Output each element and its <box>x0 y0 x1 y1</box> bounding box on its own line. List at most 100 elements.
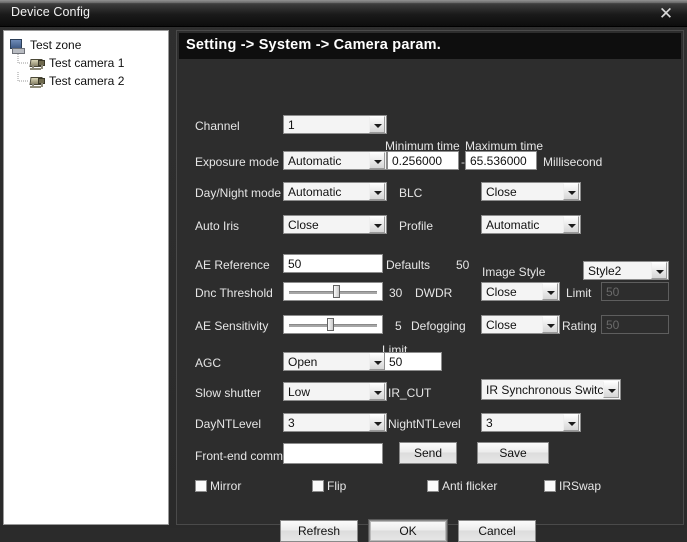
night-nt-level-select[interactable]: 3 <box>481 413 581 432</box>
ok-button[interactable]: OK <box>368 519 448 542</box>
ir-cut-label: IR_CUT <box>388 386 432 400</box>
chevron-down-icon <box>651 262 667 279</box>
day-night-mode-value: Automatic <box>288 184 342 199</box>
chevron-down-icon <box>369 183 385 200</box>
refresh-button[interactable]: Refresh <box>280 520 358 542</box>
send-button[interactable]: Send <box>399 442 457 464</box>
channel-select[interactable]: 1 <box>283 115 387 134</box>
ae-reference-input[interactable] <box>283 254 383 273</box>
defaults-value: 50 <box>456 258 470 272</box>
chevron-down-icon <box>369 414 385 431</box>
image-style-select[interactable]: Style2 <box>583 261 669 280</box>
dwdr-limit-label: Limit <box>566 286 592 300</box>
checkbox-label: Anti flicker <box>442 479 498 493</box>
chevron-down-icon <box>542 316 558 333</box>
time-unit-label: Millisecond <box>543 155 603 169</box>
channel-label: Channel <box>195 119 240 133</box>
checkbox-box <box>427 480 439 492</box>
tree-node-label: Test camera 2 <box>49 74 125 88</box>
dwdr-value: Close <box>486 284 517 299</box>
day-night-mode-select[interactable]: Automatic <box>283 182 387 201</box>
agc-limit-input[interactable] <box>384 352 442 371</box>
image-style-value: Style2 <box>588 263 622 278</box>
window-title: Device Config <box>11 5 91 19</box>
tree-node-label: Test camera 1 <box>49 56 125 70</box>
slow-shutter-value: Low <box>288 384 311 399</box>
ir-cut-select[interactable]: IR Synchronous Switch <box>481 379 621 400</box>
ae-reference-label: AE Reference <box>195 258 270 272</box>
agc-label: AGC <box>195 356 222 370</box>
device-tree-panel: Test zone Test camera 1 Test camera 2 <box>3 30 169 525</box>
defogging-value: Close <box>486 317 517 332</box>
camera-param-form: Channel 1 Minimum time Maximum time Expo… <box>177 59 683 542</box>
save-button[interactable]: Save <box>477 442 549 464</box>
tree-node-test-camera-2[interactable]: Test camera 2 <box>9 72 168 90</box>
anti-flicker-checkbox[interactable]: Anti flicker <box>427 479 497 493</box>
tree-node-test-camera-1[interactable]: Test camera 1 <box>9 54 168 72</box>
slider-thumb[interactable] <box>332 285 340 298</box>
camera-icon <box>28 74 45 89</box>
checkbox-label: IRSwap <box>559 479 602 493</box>
dnc-threshold-label: Dnc Threshold <box>195 286 273 300</box>
chevron-down-icon <box>369 116 385 133</box>
channel-value: 1 <box>288 117 295 132</box>
chevron-down-icon <box>542 283 558 300</box>
auto-iris-label: Auto Iris <box>195 219 240 233</box>
chevron-down-icon <box>369 383 385 400</box>
front-end-comm-label: Front-end comm <box>195 449 284 463</box>
breadcrumb-bar: Setting -> System -> Camera param. <box>179 33 681 59</box>
dnc-threshold-value: 30 <box>389 286 403 300</box>
checkbox-box <box>312 480 324 492</box>
front-end-comm-input[interactable] <box>283 443 383 464</box>
mirror-checkbox[interactable]: Mirror <box>195 479 241 493</box>
tree-node-label: Test zone <box>30 38 82 52</box>
slow-shutter-select[interactable]: Low <box>283 382 387 401</box>
cancel-button[interactable]: Cancel <box>458 520 536 542</box>
slider-thumb[interactable] <box>326 318 334 331</box>
defogging-label: Defogging <box>411 319 466 333</box>
agc-select[interactable]: Open <box>283 352 387 371</box>
chevron-down-icon <box>369 216 385 233</box>
slow-shutter-label: Slow shutter <box>195 386 262 400</box>
night-nt-level-value: 3 <box>486 415 493 430</box>
dnc-threshold-slider[interactable] <box>283 282 383 301</box>
close-icon[interactable]: ✕ <box>653 4 679 24</box>
chevron-down-icon <box>563 183 579 200</box>
ae-sensitivity-label: AE Sensitivity <box>195 319 269 333</box>
defogging-select[interactable]: Close <box>481 315 560 334</box>
irswap-checkbox[interactable]: IRSwap <box>544 479 601 493</box>
tree-node-test-zone[interactable]: Test zone <box>9 36 168 54</box>
exposure-mode-select[interactable]: Automatic <box>283 151 387 170</box>
ae-sensitivity-value: 5 <box>395 319 402 333</box>
defaults-label: Defaults <box>386 258 431 272</box>
chevron-down-icon <box>369 152 385 169</box>
profile-label: Profile <box>399 219 434 233</box>
auto-iris-value: Close <box>288 217 319 232</box>
image-style-label: Image Style <box>482 265 546 279</box>
title-bar: Device Config ✕ <box>0 0 687 27</box>
auto-iris-select[interactable]: Close <box>283 215 387 234</box>
profile-value: Automatic <box>486 217 540 232</box>
defogging-rating-label: Rating <box>562 319 597 333</box>
checkbox-box <box>195 480 207 492</box>
agc-value: Open <box>288 354 318 369</box>
day-nt-level-select[interactable]: 3 <box>283 413 387 432</box>
dwdr-select[interactable]: Close <box>481 282 560 301</box>
ir-cut-value: IR Synchronous Switch <box>486 382 603 397</box>
chevron-down-icon <box>603 381 619 398</box>
defogging-rating-input <box>601 315 669 334</box>
blc-label: BLC <box>399 186 423 200</box>
exposure-mode-value: Automatic <box>288 153 342 168</box>
day-night-mode-label: Day/Night mode <box>195 186 282 200</box>
checkbox-label: Flip <box>327 479 347 493</box>
profile-select[interactable]: Automatic <box>481 215 581 234</box>
night-nt-level-label: NightNTLevel <box>388 417 461 431</box>
device-config-window: Device Config ✕ Test zone Test camera 1 <box>0 0 687 542</box>
blc-select[interactable]: Close <box>481 182 581 201</box>
flip-checkbox[interactable]: Flip <box>312 479 346 493</box>
settings-panel: Setting -> System -> Camera param. Chann… <box>176 30 684 542</box>
maximum-time-input[interactable] <box>465 151 537 170</box>
title-bar-highlight <box>0 0 687 3</box>
minimum-time-input[interactable] <box>387 151 459 170</box>
ae-sensitivity-slider[interactable] <box>283 315 383 334</box>
